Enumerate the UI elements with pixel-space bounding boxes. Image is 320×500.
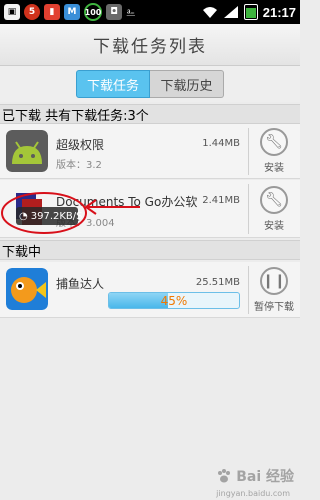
watermark-url: jingyan.baidu.com — [216, 489, 290, 498]
wrench-icon: 🔧︎ — [260, 186, 288, 214]
app-size: 1.44MB — [202, 138, 240, 149]
blue-app-icon: M — [64, 4, 80, 20]
battery-saver-icon: 100 — [84, 3, 102, 21]
fishing-joy-icon — [6, 268, 48, 310]
app-size: 2.41MB — [202, 195, 240, 206]
download-item[interactable]: 捕鱼达人 25.51MB ❙❙ 暂停下载 — [0, 262, 300, 318]
wifi-icon — [202, 7, 217, 18]
divider — [248, 266, 249, 314]
tab-bar: 下载任务 下载历史 — [0, 66, 300, 102]
divider — [248, 128, 249, 175]
bag-icon: ◘ — [106, 4, 122, 20]
wifi-icon: ◔ — [19, 210, 28, 222]
status-bar: ▣ 5 ▮ M 100 ◘ ⎁ 21:17 — [0, 0, 300, 24]
download-progress-bar: 45% — [108, 292, 240, 309]
white-app-icon: ▣ — [4, 4, 20, 20]
install-button[interactable]: 🔧︎ 安装 — [252, 128, 296, 174]
notification-badge-icon: 5 — [24, 4, 40, 20]
paw-icon — [218, 469, 231, 483]
install-label: 安装 — [264, 163, 284, 174]
downloaded-section-header: 已下载 共有下载任务:3个 — [0, 104, 300, 124]
title-bar: 下载任务列表 — [0, 24, 300, 66]
progress-label: 45% — [160, 293, 188, 308]
pause-download-button[interactable]: ❙❙ 暂停下载 — [252, 267, 296, 313]
battery-icon — [243, 4, 258, 20]
watermark-text: Bai 经验 — [236, 469, 294, 485]
app-version: 版本：3.2 — [56, 160, 102, 171]
clock: 21:17 — [262, 4, 296, 20]
app-name: 超级权限 — [56, 138, 105, 152]
pause-icon: ❙❙ — [260, 267, 288, 295]
app-name: 捕鱼达人 — [56, 277, 105, 291]
install-button[interactable]: 🔧︎ 安装 — [252, 186, 296, 232]
download-speed: 397.2KB/S — [30, 210, 83, 222]
divider — [248, 184, 249, 234]
page-title: 下载任务列表 — [93, 37, 207, 57]
download-item[interactable]: 超级权限 版本：3.2 1.44MB 🔧︎ 安装 — [0, 124, 300, 179]
install-label: 安装 — [264, 221, 284, 232]
wrench-icon: 🔧︎ — [260, 128, 288, 156]
tab-download-history[interactable]: 下载历史 — [150, 70, 224, 98]
app-size: 25.51MB — [195, 277, 240, 288]
download-speed-tooltip: ◔ 397.2KB/S — [16, 207, 83, 225]
tab-download-tasks[interactable]: 下载任务 — [76, 70, 150, 98]
signal-icon — [223, 6, 238, 18]
red-app-icon: ▮ — [44, 4, 60, 20]
baidu-watermark: Bai 经验 — [216, 466, 294, 486]
pause-label: 暂停下载 — [254, 302, 294, 313]
android-superuser-icon — [6, 130, 48, 172]
usb-icon: ⎁ — [126, 4, 136, 19]
downloading-section-header: 下载中 — [0, 240, 300, 260]
